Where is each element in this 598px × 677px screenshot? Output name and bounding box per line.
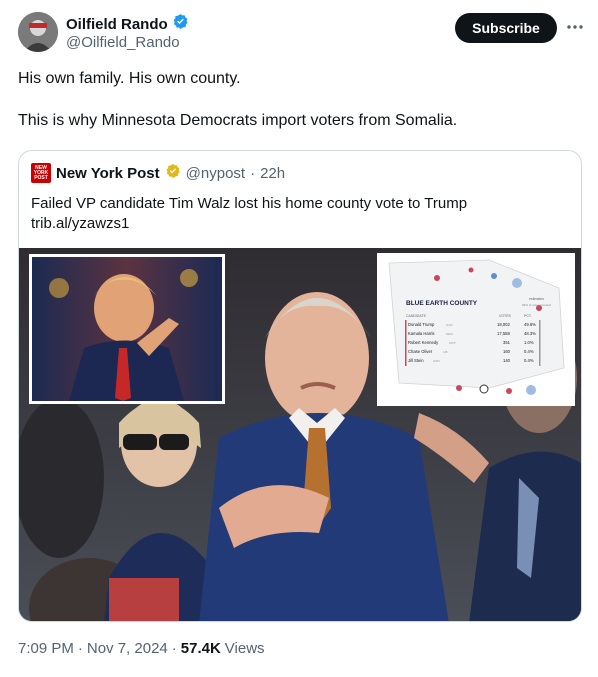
map-subtitle: 99% of votes counted (522, 303, 551, 307)
subscribe-button[interactable]: Subscribe (455, 13, 557, 43)
more-horizontal-icon[interactable] (564, 17, 586, 37)
quoted-tweet-text: Failed VP candidate Tim Walz lost his ho… (31, 195, 468, 232)
result-party: WTP (449, 341, 456, 345)
result-pct: 49.6% (524, 322, 536, 327)
views-count: 57.4K (180, 640, 221, 657)
result-name: Jill Stein (408, 358, 424, 363)
column-header: CANDIDATE (406, 314, 427, 318)
views-label: Views (224, 640, 265, 657)
tweet-meta: 7:09 PM · Nov 7, 2024 · 57.4K Views (18, 640, 265, 657)
post-time[interactable]: 7:09 PM (18, 640, 74, 657)
result-name: Kamala Harris (408, 331, 435, 336)
result-votes: 17,558 (497, 331, 510, 336)
quoted-tweet-header: NEW YORK POST New York Post @nypost · 22… (31, 163, 285, 183)
map-title: BLUE EARTH COUNTY (406, 300, 478, 307)
verified-gold-badge-icon (165, 163, 181, 183)
result-name: Chase Oliver (408, 349, 433, 354)
quoted-time[interactable]: 22h (260, 165, 285, 182)
author-display-name[interactable]: Oilfield Rando (66, 16, 168, 33)
result-party: GRN (433, 359, 440, 363)
post-date[interactable]: Nov 7, 2024 (87, 640, 168, 657)
result-name: Donald Trump (408, 322, 435, 327)
column-header: VOTES (499, 314, 512, 318)
tweet-line: This is why Minnesota Democrats import v… (18, 112, 458, 129)
result-pct: 0.4% (524, 358, 534, 363)
result-votes: 351 (503, 340, 511, 345)
map-legend: estimates (529, 297, 544, 301)
author-name-row[interactable]: Oilfield Rando (66, 13, 189, 35)
separator-dot: · (250, 164, 256, 182)
quoted-tweet-image[interactable]: BLUE EARTH COUNTY estimates 99% of votes… (19, 248, 581, 621)
nypost-avatar[interactable]: NEW YORK POST (31, 163, 51, 183)
logo-line: POST (34, 174, 48, 181)
result-votes: 18,002 (497, 322, 510, 327)
result-party: GOP (446, 323, 453, 327)
result-pct: 48.3% (524, 331, 536, 336)
quoted-tweet-card[interactable]: NEW YORK POST New York Post @nypost · 22… (18, 150, 582, 622)
tweet-line: His own family. His own county. (18, 70, 241, 87)
verified-badge-icon (172, 13, 189, 35)
separator-dot: · (171, 640, 177, 657)
result-name: Robert Kennedy (408, 340, 439, 345)
result-votes: 160 (503, 349, 511, 354)
quoted-handle[interactable]: @nypost (186, 165, 245, 182)
result-pct: 1.0% (524, 340, 534, 345)
tweet-text: His own family. His own county. This is … (18, 68, 578, 131)
result-votes: 140 (503, 358, 511, 363)
quoted-display-name[interactable]: New York Post (56, 165, 160, 182)
result-party: LIB (443, 350, 448, 354)
author-avatar[interactable] (18, 12, 58, 52)
separator-dot: · (77, 640, 83, 657)
column-header: PCT. (524, 314, 532, 318)
result-pct: 0.4% (524, 349, 534, 354)
result-party: DEM (446, 332, 453, 336)
author-handle[interactable]: @Oilfield_Rando (66, 34, 180, 51)
